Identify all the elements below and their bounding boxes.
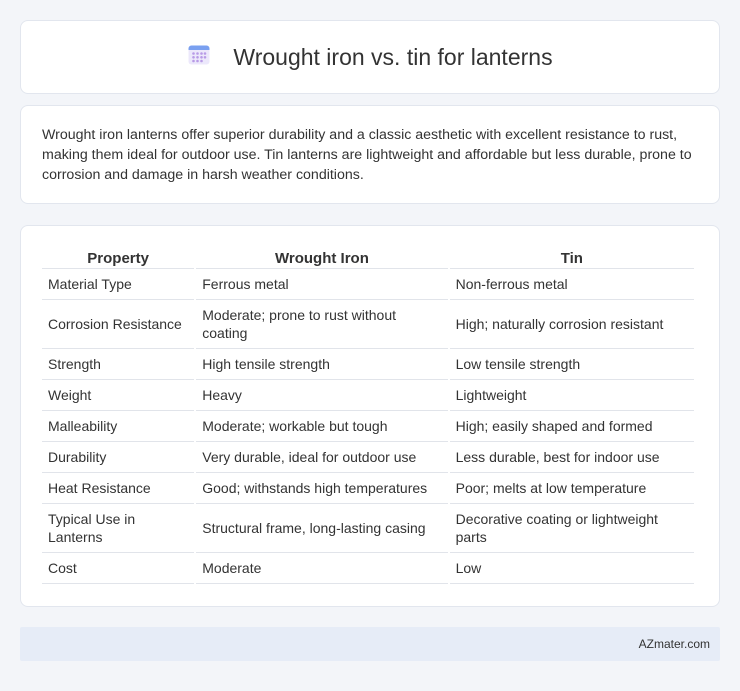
header-property: Property [42, 246, 195, 269]
comparison-table: Property Wrought Iron Tin Material Type … [40, 246, 696, 584]
tin-cell: Non-ferrous metal [449, 269, 694, 300]
footer-site-name: AZmater.com [638, 637, 710, 651]
property-cell: Cost [42, 553, 195, 584]
tin-cell: High; easily shaped and formed [449, 411, 694, 442]
wrought-iron-cell: High tensile strength [196, 349, 448, 380]
header-wrought-iron: Wrought Iron [196, 246, 448, 269]
summary-card: Wrought iron lanterns offer superior dur… [20, 105, 720, 204]
table-row: Weight Heavy Lightweight [42, 380, 694, 411]
summary-text: Wrought iron lanterns offer superior dur… [42, 127, 692, 183]
footer: AZmater.com [20, 627, 720, 661]
calendar-icon [187, 43, 211, 72]
table-row: Material Type Ferrous metal Non-ferrous … [42, 269, 694, 300]
wrought-iron-cell: Moderate; prone to rust without coating [196, 300, 448, 349]
tin-cell: Lightweight [449, 380, 694, 411]
property-cell: Durability [42, 442, 195, 473]
wrought-iron-cell: Very durable, ideal for outdoor use [196, 442, 448, 473]
property-cell: Heat Resistance [42, 473, 195, 504]
tin-cell: Less durable, best for indoor use [449, 442, 694, 473]
table-row: Malleability Moderate; workable but toug… [42, 411, 694, 442]
page-title: Wrought iron vs. tin for lanterns [233, 43, 553, 70]
property-cell: Weight [42, 380, 195, 411]
wrought-iron-cell: Structural frame, long-lasting casing [196, 504, 448, 553]
tin-cell: High; naturally corrosion resistant [449, 300, 694, 349]
wrought-iron-cell: Moderate [196, 553, 448, 584]
table-row: Durability Very durable, ideal for outdo… [42, 442, 694, 473]
tin-cell: Poor; melts at low temperature [449, 473, 694, 504]
title-wrap: Wrought iron vs. tin for lanterns [187, 43, 553, 72]
header-card: Wrought iron vs. tin for lanterns [20, 20, 720, 94]
table-row: Strength High tensile strength Low tensi… [42, 349, 694, 380]
tin-cell: Decorative coating or lightweight parts [449, 504, 694, 553]
table-row: Cost Moderate Low [42, 553, 694, 584]
table-row: Corrosion Resistance Moderate; prone to … [42, 300, 694, 349]
table-row: Typical Use in Lanterns Structural frame… [42, 504, 694, 553]
property-cell: Strength [42, 349, 195, 380]
property-cell: Corrosion Resistance [42, 300, 195, 349]
table-row: Heat Resistance Good; withstands high te… [42, 473, 694, 504]
table-header-row: Property Wrought Iron Tin [42, 246, 694, 269]
wrought-iron-cell: Ferrous metal [196, 269, 448, 300]
wrought-iron-cell: Good; withstands high temperatures [196, 473, 448, 504]
tin-cell: Low [449, 553, 694, 584]
property-cell: Typical Use in Lanterns [42, 504, 195, 553]
comparison-table-card: Property Wrought Iron Tin Material Type … [20, 225, 720, 607]
property-cell: Material Type [42, 269, 195, 300]
wrought-iron-cell: Moderate; workable but tough [196, 411, 448, 442]
header-tin: Tin [449, 246, 694, 269]
property-cell: Malleability [42, 411, 195, 442]
wrought-iron-cell: Heavy [196, 380, 448, 411]
tin-cell: Low tensile strength [449, 349, 694, 380]
